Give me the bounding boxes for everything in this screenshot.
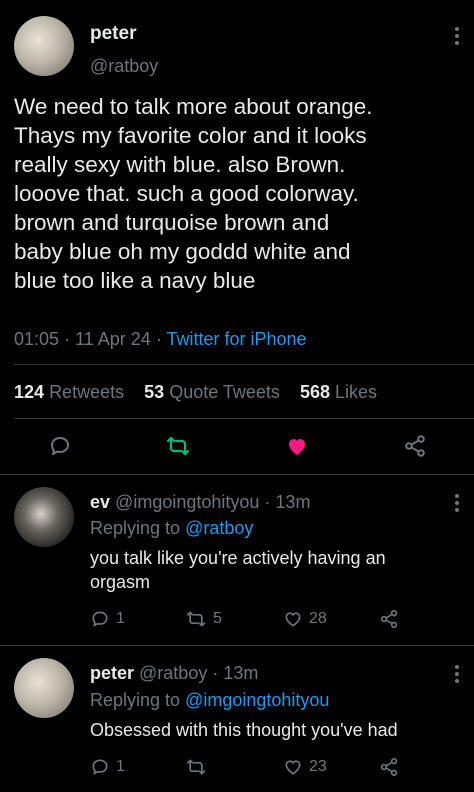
retweet-count: 5 [213,610,222,627]
share-action[interactable] [379,757,399,777]
reply-button[interactable] [48,434,72,458]
avatar[interactable] [14,658,74,718]
replying-to-label: Replying to [90,518,181,538]
author-handle[interactable]: @ratboy [139,663,207,683]
share-icon [380,758,398,777]
retweet-icon [166,436,190,456]
reply-text: you talk like you're actively having an … [90,546,470,594]
avatar[interactable] [14,487,74,547]
retweet-button[interactable] [165,434,191,458]
likes-stat[interactable]: 568 Likes [300,382,377,402]
tweet-text-line: blue too like a navy blue [14,268,256,293]
replying-to-handle[interactable]: @imgoingtohityou [185,690,329,710]
retweets-count: 124 [14,382,45,402]
quotes-count: 53 [144,382,165,402]
tweet-source-link[interactable]: Twitter for iPhone [166,329,306,349]
author-handle[interactable]: @ratboy [90,56,158,77]
avatar[interactable] [14,16,74,76]
divider [0,474,474,475]
time-ago: 13m [275,492,311,512]
replying-to-label: Replying to [90,690,181,710]
tweet-text-line: baby blue oh my goddd white and [14,239,351,264]
reply-count: 1 [116,758,125,775]
tweet-text-line: brown and turquoise brown and [14,210,330,235]
divider [0,645,474,646]
retweets-label: Retweets [49,382,125,402]
reply-icon [92,759,108,775]
author-handle[interactable]: @imgoingtohityou [115,492,259,512]
like-count: 28 [309,610,327,627]
time-ago: 13m [223,663,259,683]
retweet-action[interactable]: 5 [185,609,222,629]
tweet-date: 11 Apr 24 [75,329,151,349]
divider [14,418,474,419]
retweets-stat[interactable]: 124 Retweets [14,382,129,402]
reply-header: ev @imgoingtohityou · 13m [90,492,311,512]
reply-icon [92,611,108,627]
tweet-text: We need to talk more about orange. Thays… [14,92,470,295]
reply-text-line: Obsessed with this thought you've had [90,720,398,740]
share-action[interactable] [379,609,399,629]
likes-label: Likes [335,382,378,402]
heart-icon [285,760,301,775]
author-name[interactable]: ev [90,492,110,512]
more-options-icon[interactable] [455,665,459,683]
tweet-meta: 01:05 · 11 Apr 24 · Twitter for iPhone [14,329,307,349]
divider [14,364,474,365]
more-options-icon[interactable] [455,494,459,512]
tweet-text-line: really sexy with blue. also Brown. [14,152,346,177]
reply-header: peter @ratboy · 13m [90,663,259,683]
tweet-text-line: Thays my favorite color and it looks [14,123,367,148]
tweet-time: 01:05 [14,329,60,349]
like-button[interactable] [285,434,309,458]
reply-action[interactable]: 1 [90,757,125,777]
like-count: 23 [309,758,327,775]
reply-icon [51,437,69,455]
heart-icon [285,612,301,627]
reply-text: Obsessed with this thought you've had [90,718,470,742]
more-options-icon[interactable] [455,27,459,45]
share-icon [405,435,425,457]
retweet-icon [186,611,206,627]
share-button[interactable] [403,434,427,458]
like-action[interactable]: 28 [283,609,327,629]
tweet-text-line: We need to talk more about orange. [14,94,373,119]
share-icon [380,610,398,629]
replying-to-handle[interactable]: @ratboy [185,518,253,538]
author-name[interactable]: peter [90,663,134,683]
reply-text-line: you talk like you're actively having an [90,548,386,568]
tweet-text-line: looove that. such a good colorway. [14,181,359,206]
like-action[interactable]: 23 [283,757,327,777]
reply-count: 1 [116,610,125,627]
tweet-stats: 124 Retweets 53 Quote Tweets 568 Likes [14,382,377,403]
author-name[interactable]: peter [90,23,136,45]
quote-tweets-stat[interactable]: 53 Quote Tweets [144,382,285,402]
retweet-action[interactable] [185,757,213,777]
replying-to: Replying to @imgoingtohityou [90,690,329,711]
heart-filled-icon [289,439,305,455]
retweet-icon [186,759,206,775]
reply-action[interactable]: 1 [90,609,125,629]
reply-text-line: orgasm [90,572,151,592]
likes-count: 568 [299,382,330,402]
quotes-label: Quote Tweets [169,382,280,402]
replying-to: Replying to @ratboy [90,518,253,539]
